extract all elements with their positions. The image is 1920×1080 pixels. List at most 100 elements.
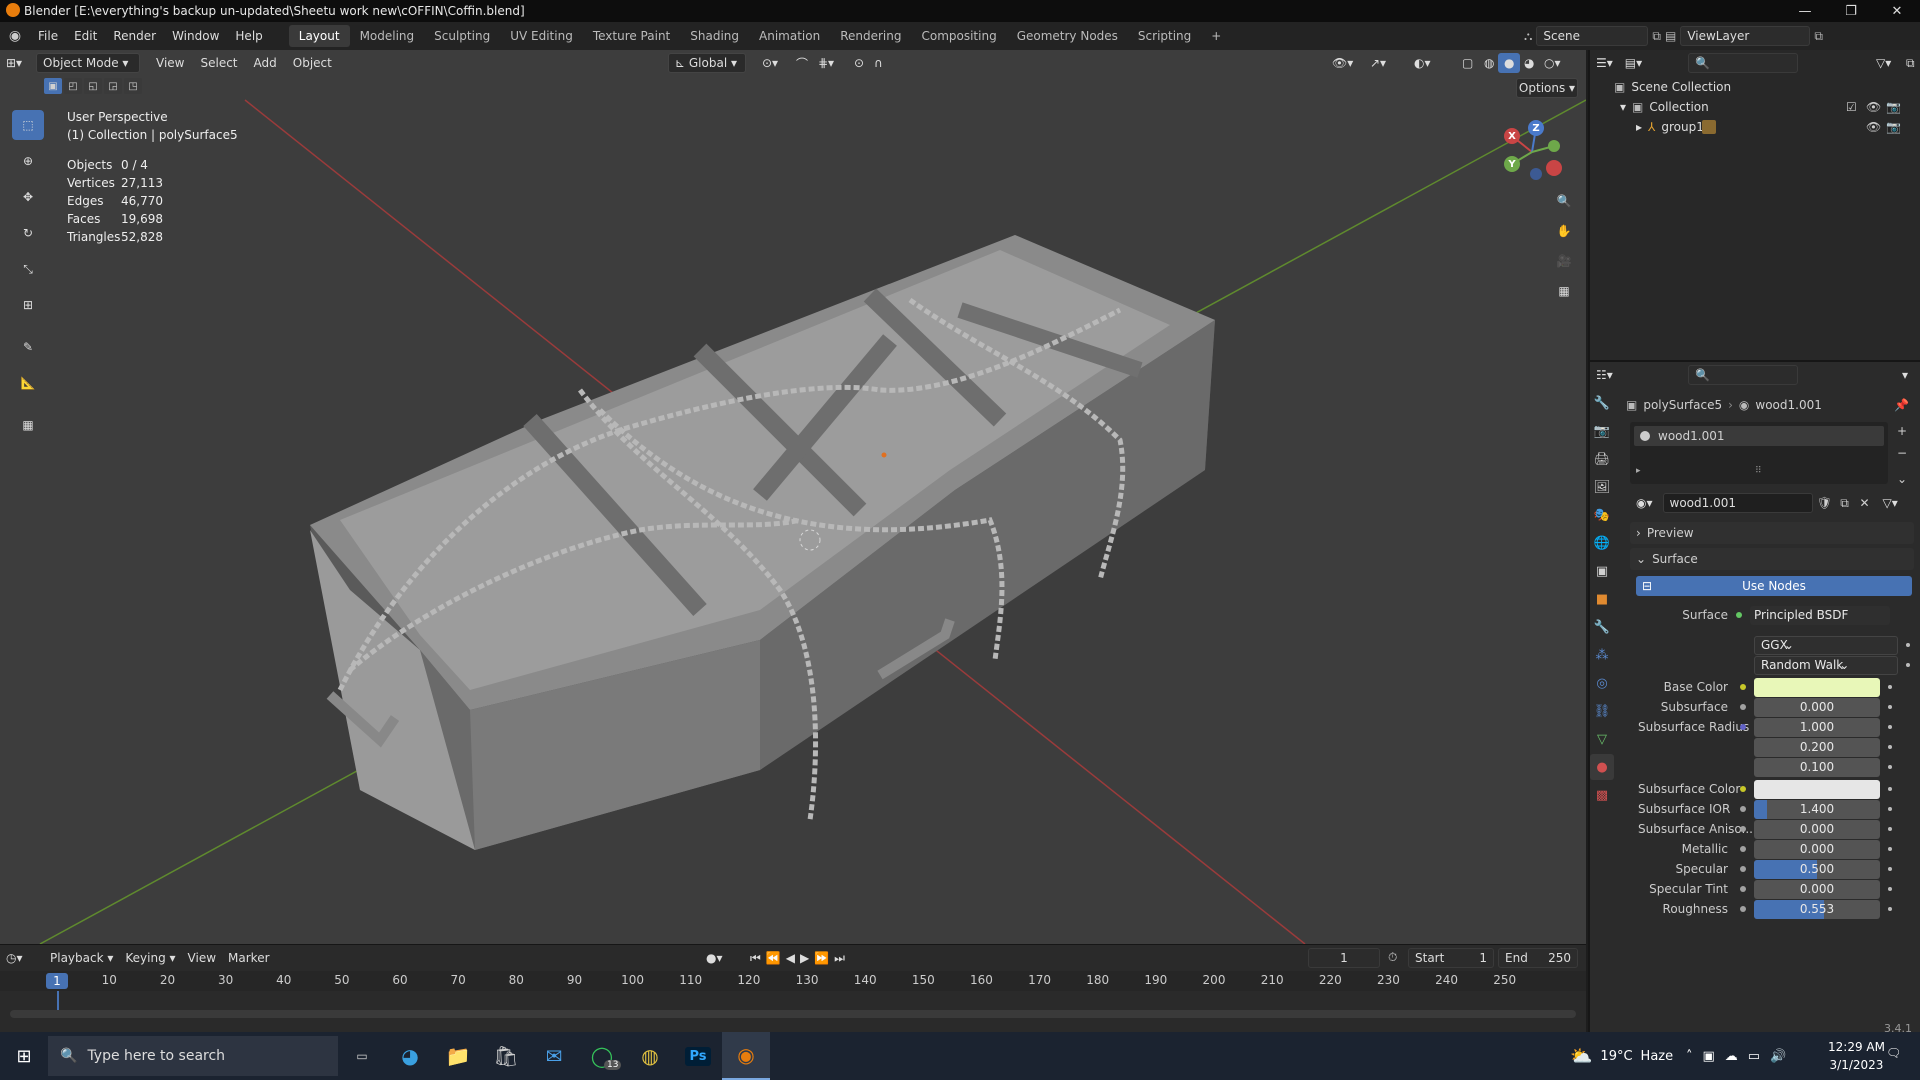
- onedrive-icon[interactable]: ☁: [1725, 1049, 1738, 1064]
- menu-window[interactable]: Window: [164, 29, 227, 43]
- scale-tool-icon[interactable]: ⤡: [12, 254, 44, 284]
- slot-expand-icon[interactable]: ▸: [1636, 466, 1641, 476]
- editor-type-icon[interactable]: ⊞▾: [0, 53, 34, 73]
- menu-view[interactable]: View: [150, 53, 190, 73]
- viewlayer-selector[interactable]: ViewLayer: [1680, 26, 1811, 46]
- task-view-icon[interactable]: ▭: [338, 1032, 386, 1080]
- notifications-icon[interactable]: 🗨: [1886, 1046, 1901, 1060]
- group-render-icon[interactable]: 📷: [1886, 120, 1901, 134]
- physics-tab-icon[interactable]: ◎: [1590, 670, 1614, 696]
- transform-tool-icon[interactable]: ⊞: [12, 290, 44, 320]
- tool-tab-icon[interactable]: 🔧: [1590, 390, 1614, 416]
- gizmo-z-axis[interactable]: Z: [1528, 120, 1544, 136]
- zoom-icon[interactable]: 🔍: [1552, 190, 1576, 212]
- add-slot-button[interactable]: +: [1892, 422, 1912, 440]
- cursor-tool-icon[interactable]: ⊕: [12, 146, 44, 176]
- scene-tab-icon[interactable]: 🎭: [1590, 502, 1614, 528]
- new-scene-icon[interactable]: ⧉: [1652, 29, 1661, 44]
- start-frame-field[interactable]: Start 1: [1408, 948, 1494, 968]
- playback-menu[interactable]: Playback ▾: [44, 948, 119, 968]
- properties-options-icon[interactable]: ▾: [1896, 365, 1914, 385]
- world-tab-icon[interactable]: 🌐: [1590, 530, 1614, 556]
- specular-field[interactable]: 0.500: [1754, 859, 1880, 879]
- render-tab-icon[interactable]: 📷: [1590, 418, 1614, 444]
- texture-tab-icon[interactable]: ▩: [1590, 782, 1614, 808]
- 3d-viewport[interactable]: ⊞▾ Object Mode ▾ View Select Add Object …: [0, 50, 1586, 944]
- menu-add[interactable]: Add: [248, 53, 283, 73]
- keyframe-dot[interactable]: [1888, 867, 1892, 871]
- subsurface-color-swatch[interactable]: [1754, 779, 1880, 799]
- pin-icon[interactable]: 📌: [1894, 398, 1909, 412]
- tray-app-icon[interactable]: ▣: [1703, 1049, 1715, 1064]
- taskbar-search-box[interactable]: 🔍 Type here to search: [48, 1036, 338, 1076]
- menu-file[interactable]: File: [30, 29, 66, 43]
- keyframe-dot[interactable]: [1888, 827, 1892, 831]
- output-tab-icon[interactable]: 🖨: [1590, 446, 1614, 472]
- rendered-shading-icon[interactable]: ○▾: [1538, 53, 1567, 73]
- proportional-editing-icon[interactable]: ⊙: [848, 53, 870, 73]
- material-name-field[interactable]: wood1.001: [1662, 493, 1813, 513]
- start-button[interactable]: ⊞: [0, 1032, 48, 1080]
- particles-tab-icon[interactable]: ⁂: [1590, 642, 1614, 668]
- xray-toggle-icon[interactable]: ▢: [1456, 53, 1479, 73]
- add-workspace-button[interactable]: +: [1201, 25, 1231, 47]
- tab-geometry-nodes[interactable]: Geometry Nodes: [1007, 25, 1128, 47]
- gizmo-toggle-icon[interactable]: ↗▾: [1364, 53, 1392, 73]
- browse-material-icon[interactable]: ◉▾: [1630, 493, 1659, 513]
- subsurface-method-dropdown[interactable]: Random Walk ⌄: [1754, 655, 1898, 675]
- subsurface-ior-field[interactable]: 1.400: [1754, 799, 1880, 819]
- blender-taskbar-icon[interactable]: ◉: [722, 1032, 770, 1080]
- exclude-checkbox[interactable]: ☑: [1846, 100, 1857, 114]
- material-tab-icon[interactable]: ●: [1590, 754, 1614, 780]
- camera-view-icon[interactable]: 🎥: [1552, 250, 1576, 272]
- current-frame-field[interactable]: 1: [1308, 948, 1380, 968]
- roughness-field[interactable]: 0.553: [1754, 899, 1880, 919]
- measure-tool-icon[interactable]: 📐: [12, 368, 44, 398]
- maximize-button[interactable]: ❐: [1828, 0, 1874, 22]
- keyframe-dot[interactable]: [1888, 907, 1892, 911]
- tab-scripting[interactable]: Scripting: [1128, 25, 1201, 47]
- end-frame-field[interactable]: End 250: [1498, 948, 1578, 968]
- navigation-gizmo[interactable]: X Y Z: [1500, 116, 1570, 186]
- tab-sculpting[interactable]: Sculpting: [424, 25, 500, 47]
- select-subtract-icon[interactable]: ◱: [84, 78, 102, 94]
- keying-menu[interactable]: Keying ▾: [119, 948, 181, 968]
- tray-expand-icon[interactable]: ˄: [1686, 1049, 1693, 1064]
- blender-menu-icon[interactable]: ◉: [0, 28, 30, 44]
- select-invert-icon[interactable]: ◲: [104, 78, 122, 94]
- data-tab-icon[interactable]: ▽: [1590, 726, 1614, 752]
- properties-editor-icon[interactable]: ☷▾: [1590, 365, 1619, 385]
- snap-target-icon[interactable]: ⋕▾: [812, 53, 840, 73]
- scene-icon[interactable]: ⛬: [1524, 29, 1532, 44]
- keyframe-dot[interactable]: [1888, 685, 1892, 689]
- timeline-scrollbar[interactable]: [10, 1010, 1576, 1018]
- orthographic-toggle-icon[interactable]: ▦: [1552, 280, 1576, 302]
- tab-rendering[interactable]: Rendering: [830, 25, 911, 47]
- whatsapp-icon[interactable]: ◯ 13: [578, 1032, 626, 1080]
- outliner-scene-collection[interactable]: ▣ Scene Collection: [1614, 78, 1731, 96]
- remove-slot-button[interactable]: −: [1892, 444, 1912, 462]
- weather-widget[interactable]: ⛅ 19°C Haze: [1570, 1032, 1673, 1080]
- timeline-view-menu[interactable]: View: [182, 948, 222, 968]
- close-button[interactable]: ✕: [1874, 0, 1920, 22]
- photoshop-icon[interactable]: Ps: [674, 1032, 722, 1080]
- marker-menu[interactable]: Marker: [222, 948, 275, 968]
- frame-ruler[interactable]: 10 20 30 40 50 60 70 80 90 100 110 120 130 140 150 160 1…: [0, 971, 1586, 991]
- subsurface-aniso-field[interactable]: 0.000: [1754, 819, 1880, 839]
- group-visibility-icon[interactable]: 👁: [1866, 120, 1881, 134]
- properties-search-input[interactable]: 🔍: [1688, 365, 1798, 385]
- collection-visibility-icon[interactable]: 👁: [1866, 100, 1881, 114]
- keyframe-dot[interactable]: [1888, 847, 1892, 851]
- tab-compositing[interactable]: Compositing: [911, 25, 1006, 47]
- outliner-group-row[interactable]: ▸ ⅄ group1 👁 📷: [1636, 118, 1920, 136]
- playback-controls[interactable]: ⏮⏪◀▶⏩⏭: [744, 948, 856, 968]
- gizmo-y-axis[interactable]: Y: [1504, 156, 1520, 172]
- outliner-search-input[interactable]: 🔍: [1688, 53, 1798, 73]
- menu-select[interactable]: Select: [194, 53, 243, 73]
- outliner-editor-icon[interactable]: ☰▾: [1590, 53, 1619, 73]
- unlink-material-icon[interactable]: ✕: [1857, 496, 1873, 510]
- gizmo-x-axis[interactable]: X: [1504, 128, 1520, 144]
- modifiers-tab-icon[interactable]: 🔧: [1590, 614, 1614, 640]
- tab-layout[interactable]: Layout: [288, 25, 350, 47]
- duplicate-material-icon[interactable]: ⧉: [1837, 496, 1853, 511]
